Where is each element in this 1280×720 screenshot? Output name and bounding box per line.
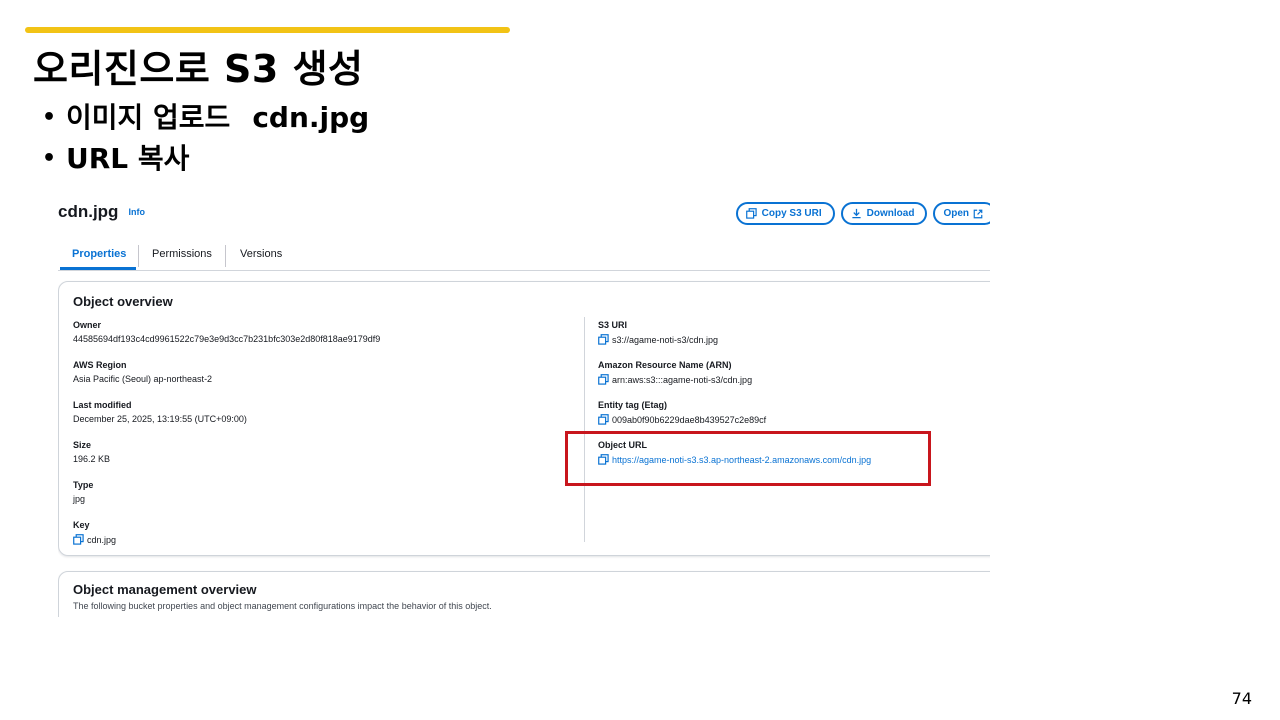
copy-icon[interactable]	[598, 454, 609, 465]
bullet-text: URL 복사	[66, 142, 190, 175]
page-number: 74	[1231, 689, 1252, 708]
s3-uri-field: S3 URI s3://agame-noti-s3/cdn.jpg	[598, 320, 719, 345]
bullet-list: • 이미지 업로드 cdn.jpg • URL 복사	[42, 100, 369, 182]
last-modified-field: Last modified December 25, 2025, 13:19:5…	[73, 400, 247, 424]
download-button[interactable]: Download	[840, 202, 928, 225]
owner-field: Owner 44585694df193c4cd9961522c79e3e9d3c…	[73, 320, 381, 344]
bullet-dot-icon: •	[42, 105, 57, 130]
tab-separator	[225, 245, 226, 267]
active-tab-indicator	[60, 267, 136, 270]
object-overview-panel: Object overview Owner 44585694df193c4cd9…	[58, 281, 990, 556]
object-management-panel: Object management overview The following…	[58, 571, 990, 617]
type-field: Type jpg	[73, 480, 94, 504]
bullet-dot-icon: •	[42, 146, 57, 171]
object-tabs: Properties Permissions Versions	[58, 238, 990, 271]
object-url-field: Object URL https://agame-noti-s3.s3.ap-n…	[598, 440, 872, 465]
copy-icon[interactable]	[598, 414, 609, 425]
object-url-link[interactable]: https://agame-noti-s3.s3.ap-northeast-2.…	[612, 455, 871, 465]
bullet-text: 이미지 업로드	[66, 101, 231, 134]
tab-separator	[138, 245, 139, 267]
etag-field: Entity tag (Etag) 009ab0f90b6229dae8b439…	[598, 400, 767, 425]
s3-console-screenshot: cdn.jpg Info Copy S3 URI Download Open Pr…	[58, 192, 990, 617]
copy-icon[interactable]	[73, 534, 84, 545]
slide-title: 오리진으로 S3 생성	[33, 47, 364, 91]
object-overview-title: Object overview	[73, 294, 173, 309]
region-field: AWS Region Asia Pacific (Seoul) ap-north…	[73, 360, 213, 384]
copy-s3-uri-button[interactable]: Copy S3 URI	[735, 202, 835, 225]
object-name-heading: cdn.jpg	[58, 202, 119, 221]
bullet-item: • URL 복사	[42, 141, 369, 182]
open-button[interactable]: Open	[933, 202, 990, 225]
info-link[interactable]: Info	[128, 207, 145, 217]
object-management-description: The following bucket properties and obje…	[73, 601, 492, 611]
copy-icon[interactable]	[598, 334, 609, 345]
arn-field: Amazon Resource Name (ARN) arn:aws:s3:::…	[598, 360, 753, 385]
download-icon	[852, 208, 861, 219]
object-management-title: Object management overview	[73, 582, 257, 597]
action-buttons: Copy S3 URI Download Open	[735, 202, 990, 225]
external-link-icon	[973, 209, 983, 218]
bullet-filename: cdn.jpg	[252, 101, 370, 134]
title-accent-bar	[25, 27, 510, 33]
tab-permissions[interactable]: Permissions	[152, 248, 212, 260]
copy-icon	[745, 208, 757, 219]
tab-properties[interactable]: Properties	[72, 248, 126, 260]
key-field: Key cdn.jpg	[73, 520, 117, 545]
object-header: cdn.jpg Info	[58, 202, 145, 222]
copy-icon[interactable]	[598, 374, 609, 385]
size-field: Size 196.2 KB	[73, 440, 111, 464]
tab-versions[interactable]: Versions	[240, 248, 282, 260]
column-divider	[584, 317, 585, 542]
bullet-item: • 이미지 업로드 cdn.jpg	[42, 100, 369, 141]
